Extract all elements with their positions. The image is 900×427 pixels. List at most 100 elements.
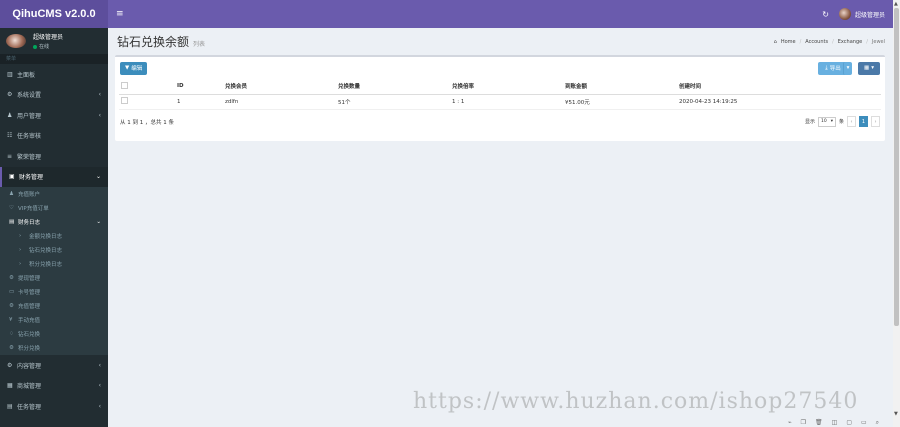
columns-button[interactable]: ▦ ▾ bbox=[858, 61, 880, 75]
sidebar-item-tasks[interactable]: ▤ 任务管理 ‹ bbox=[0, 396, 108, 417]
menu-top: ▥ 主面板 ⚙ 系统设置 ‹ ♟ 用户管理 ‹ ☷ 任务审核 ≡ 繁荣管理 bbox=[0, 64, 108, 167]
scroll-thumb[interactable] bbox=[894, 8, 899, 326]
sidebar-item-task-review[interactable]: ☷ 任务审核 bbox=[0, 126, 108, 147]
sidebar-item-card-number[interactable]: ▭ 卡号管理 bbox=[0, 285, 108, 299]
table-row[interactable]: 1 zdlfn 51个 1 : 1 ¥51.00元 2020-04-23 14:… bbox=[119, 94, 881, 110]
finance-icon: ▣ bbox=[9, 173, 15, 181]
sidebar-item-content[interactable]: ⚙ 内容管理 ‹ bbox=[0, 355, 108, 376]
navbar-right: ↻ 超级管理员 bbox=[822, 8, 885, 20]
camera-icon[interactable]: ◫ bbox=[832, 419, 838, 426]
gear-icon: ⚙ bbox=[9, 275, 14, 281]
export-dropdown-button[interactable]: ▾ bbox=[843, 61, 852, 75]
yen-icon: ¥ bbox=[9, 317, 13, 323]
column-header-quantity[interactable]: 兑换数量 bbox=[338, 79, 452, 95]
chevron-right-icon: › bbox=[19, 261, 22, 267]
column-header-id[interactable]: ID bbox=[177, 79, 225, 95]
sidebar-item-points-exchange[interactable]: ⚙ 积分兑换 bbox=[0, 341, 108, 355]
cell-id: 1 bbox=[177, 94, 225, 110]
trash-icon[interactable]: 🗑 bbox=[815, 419, 823, 426]
list-panel: ▼ 编辑 ⤓ 导出 ▾ ▦ ▾ ID 兑换会员 兑换数量 兑换倍率 到账金额 创… bbox=[115, 55, 885, 141]
select-all-checkbox[interactable] bbox=[121, 81, 128, 89]
record-icon[interactable]: ▭ bbox=[861, 419, 867, 426]
sidebar-item-vip-orders[interactable]: ♡ VIP充值订单 bbox=[0, 201, 108, 215]
gear-icon: ⚙ bbox=[9, 303, 14, 309]
sidebar-item-recharge[interactable]: ⚙ 充值管理 bbox=[0, 299, 108, 313]
chevron-right-icon: › bbox=[19, 233, 22, 239]
column-header-created[interactable]: 创建时间 bbox=[679, 79, 881, 95]
sidebar-item-label: 商城管理 bbox=[17, 383, 42, 391]
column-header-rate[interactable]: 兑换倍率 bbox=[452, 79, 565, 95]
prev-page-button[interactable]: ‹ bbox=[847, 116, 856, 127]
sidebar-item-finance-log[interactable]: ▤ 财务日志 ⌄ bbox=[0, 215, 108, 229]
cell-rate: 1 : 1 bbox=[452, 94, 565, 110]
sidebar-item-finance[interactable]: ▣ 财务管理 ⌄ bbox=[0, 166, 108, 187]
column-header-member[interactable]: 兑换会员 bbox=[225, 79, 338, 95]
sidebar-item-label: 充值管理 bbox=[18, 304, 41, 310]
cell-amount: ¥51.00元 bbox=[565, 94, 679, 110]
edit-button[interactable]: ▼ 编辑 bbox=[120, 61, 148, 75]
sidebar-item-points-exchange-log[interactable]: › 积分兑换日志 bbox=[0, 257, 108, 271]
page-scrollbar[interactable]: ▲ ▼ bbox=[893, 0, 900, 427]
page-size-value: 10 bbox=[820, 119, 827, 124]
sidebar-item-amount-exchange-log[interactable]: › 金额兑换日志 bbox=[0, 229, 108, 243]
caret-down-icon: ▾ bbox=[830, 119, 833, 124]
breadcrumb-accounts[interactable]: Accounts bbox=[805, 39, 828, 45]
sidebar-item-dashboard[interactable]: ▥ 主面板 bbox=[0, 64, 108, 85]
chevron-right-icon: › bbox=[19, 247, 22, 253]
menu-toggle-icon[interactable]: ≡ bbox=[116, 9, 130, 19]
user-info: 超级管理员 在线 bbox=[33, 32, 63, 50]
sidebar-item-manual-recharge[interactable]: ¥ 手动充值 bbox=[0, 313, 108, 327]
avatar bbox=[838, 8, 851, 20]
sidebar-item-diamond-exchange[interactable]: ♢ 钻石兑换 bbox=[0, 327, 108, 341]
sidebar-item-label: VIP充值订单 bbox=[18, 206, 49, 212]
online-dot-icon bbox=[33, 44, 37, 49]
scroll-down-icon[interactable]: ▼ bbox=[894, 411, 898, 417]
sidebar-item-prosperity[interactable]: ≡ 繁荣管理 bbox=[0, 146, 108, 167]
pagination-summary: 从 1 到 1 ，总共 1 条 bbox=[120, 119, 174, 126]
sidebar-item-users[interactable]: ♟ 用户管理 ‹ bbox=[0, 105, 108, 126]
sidebar-item-system-settings[interactable]: ⚙ 系统设置 ‹ bbox=[0, 85, 108, 106]
attach-icon[interactable]: ⌁ bbox=[788, 419, 792, 426]
sidebar: 超级管理员 在线 菜单 ▥ 主面板 ⚙ 系统设置 ‹ ♟ 用户管理 ‹ ☷ 任务… bbox=[0, 28, 108, 427]
row-checkbox[interactable] bbox=[121, 97, 128, 104]
cell-created: 2020-04-23 14:19:25 bbox=[679, 94, 881, 110]
breadcrumb-home[interactable]: Home bbox=[781, 39, 796, 45]
table-header-row: ID 兑换会员 兑换数量 兑换倍率 到账金额 创建时间 bbox=[119, 79, 881, 95]
sidebar-item-diamond-exchange-log[interactable]: › 钻石兑换日志 bbox=[0, 243, 108, 257]
sidebar-user-name: 超级管理员 bbox=[33, 34, 64, 41]
finance-submenu: ♟ 充值账户 ♡ VIP充值订单 ▤ 财务日志 ⌄ › 金额兑换日志 › 钻石兑… bbox=[0, 187, 108, 355]
sidebar-item-label: 用户管理 bbox=[17, 112, 42, 120]
scroll-up-icon[interactable]: ▲ bbox=[894, 1, 898, 7]
breadcrumb-separator: / bbox=[832, 38, 834, 45]
user-icon: ♟ bbox=[9, 191, 14, 197]
user-menu[interactable]: 超级管理员 bbox=[838, 8, 885, 20]
sidebar-item-label: 主面板 bbox=[17, 71, 36, 79]
chevron-down-icon: ⌄ bbox=[96, 219, 101, 225]
breadcrumb-separator: / bbox=[799, 38, 802, 45]
home-icon: ⌂ bbox=[773, 38, 777, 45]
search-icon[interactable]: ⌕ bbox=[876, 419, 879, 427]
brand-logo[interactable]: QihuCMS v2.0.0 bbox=[0, 0, 108, 28]
breadcrumb-jewel: Jewel bbox=[871, 38, 885, 45]
sidebar-item-label: 任务管理 bbox=[17, 403, 42, 411]
column-header-amount[interactable]: 到账金额 bbox=[565, 79, 679, 95]
copy-icon[interactable]: ❐ bbox=[801, 419, 806, 426]
next-page-button[interactable]: › bbox=[871, 116, 880, 127]
sidebar-user-panel: 超级管理员 在线 bbox=[0, 28, 108, 54]
bars-icon: ≡ bbox=[7, 152, 13, 160]
page-button-current[interactable]: 1 bbox=[859, 116, 868, 127]
sidebar-item-label: 卡号管理 bbox=[18, 290, 41, 296]
sidebar-item-recharge-account[interactable]: ♟ 充值账户 bbox=[0, 187, 108, 201]
page-size-select[interactable]: 10 ▾ bbox=[817, 116, 836, 127]
edit-button-label: 编辑 bbox=[131, 66, 143, 72]
refresh-icon[interactable]: ↻ bbox=[822, 10, 829, 19]
sidebar-item-mall[interactable]: ▦ 商城管理 ‹ bbox=[0, 376, 108, 397]
log-icon: ▤ bbox=[9, 219, 15, 225]
sidebar-item-label: 积分兑换 bbox=[18, 346, 41, 352]
screenshot-icon[interactable]: ▢ bbox=[846, 419, 852, 426]
sidebar-item-withdraw[interactable]: ⚙ 提现管理 bbox=[0, 271, 108, 285]
sidebar-item-label: 任务审核 bbox=[17, 133, 42, 141]
breadcrumb: ⌂ Home / Accounts / Exchange / Jewel bbox=[774, 39, 885, 45]
breadcrumb-exchange[interactable]: Exchange bbox=[838, 39, 862, 45]
sidebar-item-label: 充值账户 bbox=[18, 192, 41, 198]
